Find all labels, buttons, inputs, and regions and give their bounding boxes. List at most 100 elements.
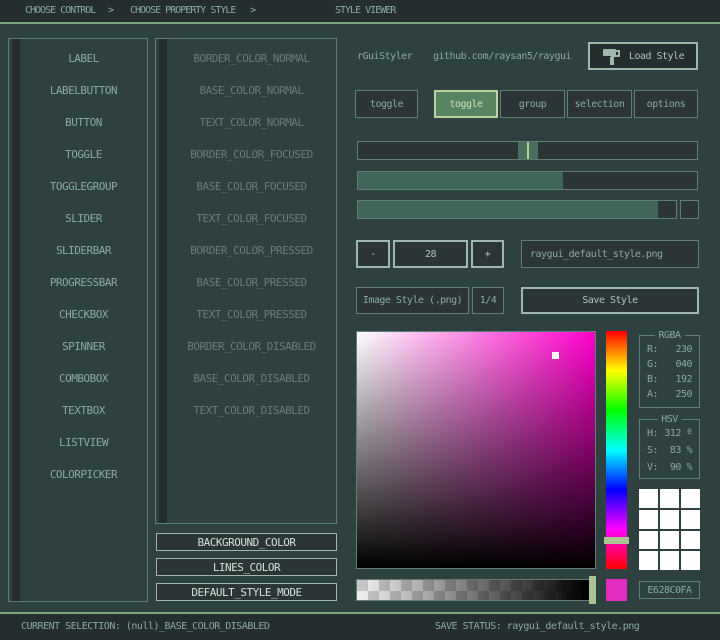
property-item-text-color-normal[interactable]: TEXT_COLOR_NORMAL (167, 106, 336, 138)
toggle-group-group[interactable]: group (500, 90, 565, 118)
properties-list: BORDER_COLOR_NORMAL BASE_COLOR_NORMAL TE… (167, 42, 336, 426)
save-style-button[interactable]: Save Style (521, 287, 699, 314)
app-title: rGuiStyler (357, 50, 412, 64)
hsv-row-h: H: 312 º (640, 428, 699, 445)
properties-list-panel: BORDER_COLOR_NORMAL BASE_COLOR_NORMAL TE… (155, 38, 337, 524)
hue-bar[interactable] (606, 331, 627, 569)
hsv-value-v: 90 % (670, 462, 692, 479)
hsv-label-h: H: (647, 428, 658, 445)
rgba-row-g: G: 040 (640, 359, 699, 374)
rgba-value-g: 040 (675, 359, 692, 374)
control-item-textbox[interactable]: TEXTBOX (20, 394, 147, 426)
palette-cell[interactable] (639, 489, 658, 508)
chevron-right-icon: > (250, 0, 255, 22)
palette-cell[interactable] (639, 551, 658, 570)
hue-bar-handle[interactable] (604, 537, 629, 544)
control-item-progressbar[interactable]: PROGRESSBAR (20, 266, 147, 298)
hsv-label-s: S: (647, 445, 658, 462)
hsv-value-s: 83 % (670, 445, 692, 462)
control-item-labelbutton[interactable]: LABELBUTTON (20, 74, 147, 106)
background-color-button[interactable]: BACKGROUND_COLOR (156, 533, 337, 551)
palette-cell[interactable] (660, 551, 679, 570)
palette-cell[interactable] (681, 510, 700, 529)
toggle-group-options[interactable]: options (634, 90, 698, 118)
slider-handle[interactable] (518, 142, 538, 159)
rgba-title: RGBA (654, 330, 684, 341)
section-choose-property-style: CHOOSE PROPERTY STYLE (130, 0, 235, 22)
rgba-row-r: R: 230 (640, 344, 699, 359)
control-item-button[interactable]: BUTTON (20, 106, 147, 138)
property-item-text-color-focused[interactable]: TEXT_COLOR_FOCUSED (167, 202, 336, 234)
status-bar: CURRENT SELECTION: (null)_BASE_COLOR_DIS… (0, 614, 720, 640)
selected-color-swatch (606, 579, 627, 601)
toggle-group-toggle[interactable]: toggle (434, 90, 498, 118)
palette-cell[interactable] (639, 510, 658, 529)
alpha-bar[interactable] (356, 579, 596, 601)
top-section-bar: CHOOSE CONTROL > CHOOSE PROPERTY STYLE >… (0, 0, 720, 22)
palette-cell[interactable] (660, 531, 679, 550)
paint-roller-icon (602, 47, 621, 66)
property-item-base-color-normal[interactable]: BASE_COLOR_NORMAL (167, 74, 336, 106)
file-name-textbox[interactable]: raygui_default_style.png (521, 240, 699, 268)
style-format-combobox[interactable]: Image Style (.png) (356, 287, 469, 314)
checkbox[interactable] (680, 200, 699, 219)
toggle-button[interactable]: toggle (355, 90, 418, 118)
section-choose-control: CHOOSE CONTROL (25, 0, 95, 22)
lines-color-button[interactable]: LINES_COLOR (156, 558, 337, 576)
toggle-group-selection[interactable]: selection (567, 90, 632, 118)
load-style-label: Load Style (629, 51, 684, 62)
control-item-sliderbar[interactable]: SLIDERBAR (20, 234, 147, 266)
property-item-text-color-disabled[interactable]: TEXT_COLOR_DISABLED (167, 394, 336, 426)
control-item-togglegroup[interactable]: TOGGLEGROUP (20, 170, 147, 202)
alpha-bar-handle[interactable] (589, 576, 596, 604)
hsv-groupbox: HSV H: 312 º S: 83 % V: 90 % (639, 419, 700, 479)
rgba-groupbox: RGBA R: 230 G: 040 B: 192 A: 250 (639, 335, 700, 408)
repo-link[interactable]: github.com/raysan5/raygui (433, 50, 571, 64)
color-picker-cursor[interactable] (552, 352, 559, 359)
palette-cell[interactable] (681, 531, 700, 550)
control-item-colorpicker[interactable]: COLORPICKER (20, 458, 147, 490)
property-item-border-color-focused[interactable]: BORDER_COLOR_FOCUSED (167, 138, 336, 170)
default-style-mode-button[interactable]: DEFAULT_STYLE_MODE (156, 583, 337, 601)
control-item-spinner[interactable]: SPINNER (20, 330, 147, 362)
property-item-base-color-disabled[interactable]: BASE_COLOR_DISABLED (167, 362, 336, 394)
property-item-base-color-focused[interactable]: BASE_COLOR_FOCUSED (167, 170, 336, 202)
palette-cell[interactable] (639, 531, 658, 550)
properties-list-scrollbar[interactable] (159, 39, 167, 523)
property-item-border-color-pressed[interactable]: BORDER_COLOR_PRESSED (167, 234, 336, 266)
palette-cell[interactable] (660, 510, 679, 529)
spinner-value-box[interactable]: 28 (393, 240, 468, 268)
spinner-increment-button[interactable]: + (471, 240, 504, 268)
controls-list-scrollbar[interactable] (12, 39, 20, 601)
slider-bar[interactable] (357, 171, 698, 190)
palette-cell[interactable] (660, 489, 679, 508)
control-item-listview[interactable]: LISTVIEW (20, 426, 147, 458)
color-picker-sv-panel[interactable] (356, 331, 596, 569)
property-item-border-color-normal[interactable]: BORDER_COLOR_NORMAL (167, 42, 336, 74)
combobox-counter[interactable]: 1/4 (472, 287, 504, 314)
hsv-title: HSV (657, 414, 682, 425)
load-style-button[interactable]: Load Style (588, 42, 698, 70)
property-item-border-color-disabled[interactable]: BORDER_COLOR_DISABLED (167, 330, 336, 362)
spinner-decrement-button[interactable]: - (356, 240, 390, 268)
palette-cell[interactable] (681, 489, 700, 508)
property-item-text-color-pressed[interactable]: TEXT_COLOR_PRESSED (167, 298, 336, 330)
control-item-checkbox[interactable]: CHECKBOX (20, 298, 147, 330)
color-palette-grid (639, 489, 700, 570)
progress-bar-fill (358, 201, 658, 218)
hsv-value-h: 312 º (664, 428, 692, 445)
hex-value-textbox[interactable]: E628C0FA (639, 581, 700, 599)
control-item-toggle[interactable]: TOGGLE (20, 138, 147, 170)
slider[interactable] (357, 141, 698, 160)
rgba-value-r: 230 (675, 344, 692, 359)
rgba-value-b: 192 (675, 374, 692, 389)
control-item-combobox[interactable]: COMBOBOX (20, 362, 147, 394)
control-item-slider[interactable]: SLIDER (20, 202, 147, 234)
controls-list-panel: LABEL LABELBUTTON BUTTON TOGGLE TOGGLEGR… (8, 38, 148, 602)
chevron-right-icon: > (108, 0, 113, 22)
save-status: SAVE STATUS: raygui_default_style.png (435, 614, 639, 640)
property-item-base-color-pressed[interactable]: BASE_COLOR_PRESSED (167, 266, 336, 298)
control-item-label[interactable]: LABEL (20, 42, 147, 74)
palette-cell[interactable] (681, 551, 700, 570)
slider-bar-fill (358, 172, 563, 189)
